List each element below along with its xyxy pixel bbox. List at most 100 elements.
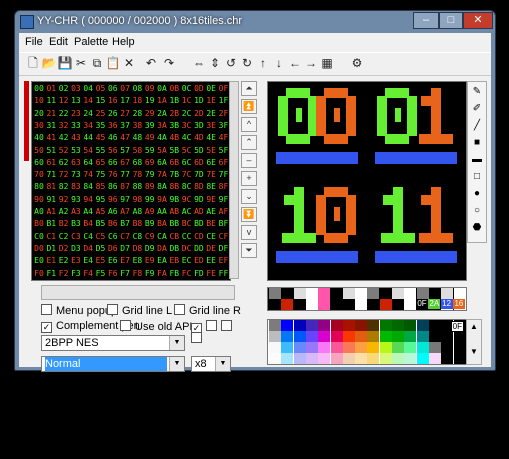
tile-cell[interactable]: FC (181, 268, 193, 280)
palette-color[interactable] (367, 342, 380, 353)
tile-cell[interactable]: AD (193, 206, 205, 218)
circle-fill-icon[interactable]: ● (469, 186, 485, 202)
tile-cell[interactable]: 88 (131, 181, 143, 193)
tile-cell[interactable]: 12 (58, 95, 70, 107)
mode-select[interactable]: Normal ▼ (41, 356, 185, 372)
palette-color[interactable] (342, 342, 355, 353)
tile-cell[interactable]: 74 (82, 169, 94, 181)
pixel-block[interactable] (324, 233, 348, 243)
tile-cell[interactable]: 9F (218, 194, 230, 206)
palette-color[interactable] (379, 320, 392, 331)
tile-cell[interactable]: 35 (95, 120, 107, 132)
tile-cell[interactable]: 48 (131, 132, 143, 144)
tile-cell[interactable]: AA (156, 206, 168, 218)
grid-line-l-option[interactable]: Grid line L (107, 304, 172, 317)
pixel-block[interactable] (316, 96, 326, 136)
tile-cell[interactable]: 21 (45, 108, 57, 120)
use-old-api-checkbox[interactable] (120, 320, 131, 331)
tile-cell[interactable]: BC (181, 218, 193, 230)
tile-cell[interactable]: 63 (70, 157, 82, 169)
circle-outline-icon[interactable]: ○ (469, 203, 485, 219)
tile-cell[interactable]: 28 (131, 108, 143, 120)
tile-cell[interactable]: 62 (58, 157, 70, 169)
tile-cell[interactable]: 82 (58, 181, 70, 193)
extra-checkbox-3[interactable] (221, 320, 232, 331)
palette-color[interactable] (355, 353, 368, 364)
palette-color[interactable] (293, 331, 306, 342)
palette-color[interactable] (453, 342, 466, 353)
grid-line-l-checkbox[interactable] (107, 304, 118, 315)
tile-cell[interactable]: D9 (144, 243, 156, 255)
palette-color[interactable] (293, 353, 306, 364)
tile-cell[interactable]: C3 (70, 231, 82, 243)
grid-line-r-checkbox[interactable] (174, 304, 185, 315)
palette-strip[interactable]: 0F 2A 12 16 (267, 287, 467, 311)
line-up-icon[interactable]: ^ (241, 117, 257, 132)
menu-file[interactable]: File (25, 36, 43, 48)
palette-swatch[interactable] (293, 299, 306, 310)
tile-cell[interactable]: B9 (144, 218, 156, 230)
tile-cell[interactable]: 26 (107, 108, 119, 120)
tile-cell[interactable]: E5 (95, 255, 107, 267)
tile-cell[interactable]: D6 (107, 243, 119, 255)
tile-cell[interactable]: 59 (144, 145, 156, 157)
tile-cell[interactable]: AF (218, 206, 230, 218)
tile-cell[interactable]: 8D (193, 181, 205, 193)
tile-cell[interactable]: 49 (144, 132, 156, 144)
rotate-left-icon[interactable]: ↺ (223, 55, 239, 71)
tile-cell[interactable]: 23 (70, 108, 82, 120)
close-button[interactable]: ✕ (463, 12, 493, 29)
tile-cell[interactable]: 3B (168, 120, 180, 132)
grid-line-r-option[interactable]: Grid line R (174, 304, 241, 317)
palette-swatch[interactable] (404, 299, 417, 310)
scroll-down-icon[interactable]: ▼ (467, 347, 481, 356)
tile-cell[interactable]: 80 (33, 181, 45, 193)
tile-cell[interactable]: 4A (156, 132, 168, 144)
chevron-down-icon[interactable]: ▼ (215, 357, 230, 371)
tile-cell[interactable]: 77 (119, 169, 131, 181)
shift-down-icon[interactable]: ↓ (271, 55, 287, 71)
tile-cell[interactable]: AC (181, 206, 193, 218)
tile-cell[interactable]: 60 (33, 157, 45, 169)
palette-color[interactable] (404, 353, 417, 364)
palette-color[interactable] (416, 342, 429, 353)
chevron-down-icon[interactable]: ▼ (169, 336, 184, 350)
tile-cell[interactable]: C0 (33, 231, 45, 243)
tile-cell[interactable]: 6A (156, 157, 168, 169)
tile-cell[interactable]: 76 (107, 169, 119, 181)
palette-swatch[interactable] (404, 288, 417, 299)
tile-cell[interactable]: 96 (107, 194, 119, 206)
tile-cell[interactable]: C7 (119, 231, 131, 243)
tile-cell[interactable]: A8 (131, 206, 143, 218)
tile-cell[interactable]: 11 (45, 95, 57, 107)
tile-cell[interactable]: 6B (168, 157, 180, 169)
tile-cell[interactable]: D0 (33, 243, 45, 255)
tile-cell[interactable]: 29 (144, 108, 156, 120)
rect-fill-icon[interactable]: ■ (469, 135, 485, 151)
tile-cell[interactable]: D2 (58, 243, 70, 255)
tile-cell[interactable]: F3 (70, 268, 82, 280)
pixel-block[interactable] (377, 96, 387, 136)
palette-color[interactable] (305, 320, 318, 331)
pixel-block[interactable] (419, 233, 453, 243)
tile-cell[interactable]: E1 (45, 255, 57, 267)
palette-swatch[interactable] (342, 288, 355, 299)
line-down-icon[interactable]: v (241, 225, 257, 240)
shift-left-icon[interactable]: ← (287, 55, 303, 71)
pixel-block[interactable] (286, 88, 310, 98)
tile-cell[interactable]: 36 (107, 120, 119, 132)
palette-swatch[interactable] (355, 299, 368, 310)
palette-color[interactable] (404, 331, 417, 342)
tile-cell[interactable]: DF (218, 243, 230, 255)
flip-horizontal-icon[interactable]: ⇔ (191, 55, 207, 71)
tile-cell[interactable]: 8F (218, 181, 230, 193)
tile-cell[interactable]: 3C (181, 120, 193, 132)
tile-cell[interactable]: B6 (107, 218, 119, 230)
tile-cell[interactable]: 3A (156, 120, 168, 132)
scroll-bottom-icon[interactable]: ⏷ (241, 243, 257, 258)
tile-cell[interactable]: F2 (58, 268, 70, 280)
palette-color[interactable] (342, 353, 355, 364)
tile-cell[interactable]: C9 (144, 231, 156, 243)
tile-cell[interactable]: 6E (205, 157, 217, 169)
tile-cell[interactable]: A7 (119, 206, 131, 218)
